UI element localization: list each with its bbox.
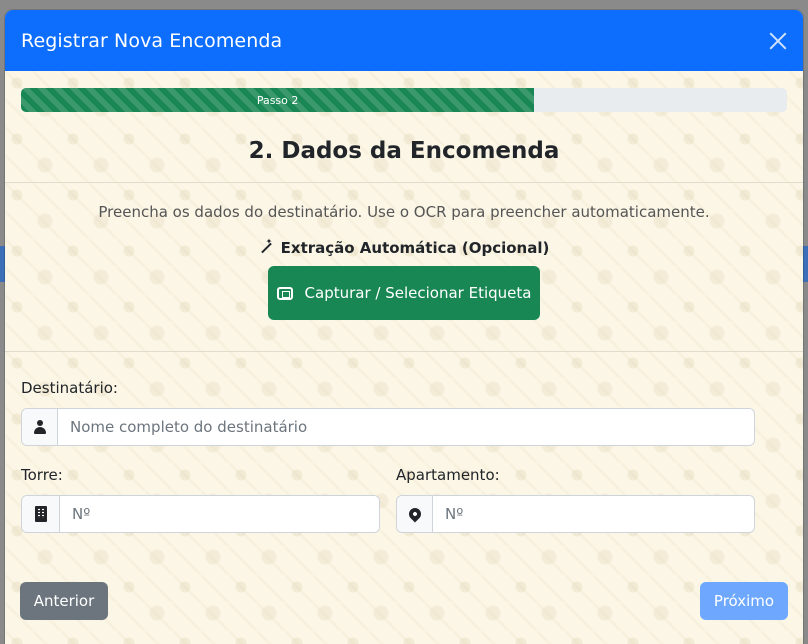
divider: [5, 182, 803, 183]
tower-label: Torre:: [21, 466, 63, 484]
apartment-input[interactable]: [433, 496, 754, 532]
apartment-input-group: [396, 495, 755, 533]
progress-bar: Passo 2: [21, 88, 787, 112]
user-icon: [33, 420, 46, 434]
capture-label-button[interactable]: Capturar / Selecionar Etiqueta: [268, 266, 540, 320]
progress-label: Passo 2: [256, 93, 299, 107]
apartment-label: Apartamento:: [396, 466, 500, 484]
recipient-input-group: [21, 408, 755, 446]
capture-button-label: Capturar / Selecionar Etiqueta: [304, 284, 532, 302]
modal-header: Registrar Nova Encomenda: [5, 10, 803, 71]
map-pin-icon: [406, 505, 423, 523]
tower-input-group: [21, 495, 380, 533]
modal-title: Registrar Nova Encomenda: [21, 29, 283, 52]
divider: [5, 351, 803, 352]
step-title: 2. Dados da Encomenda: [248, 138, 560, 164]
ocr-section-label: Extração Automática (Opcional): [5, 237, 803, 257]
close-icon[interactable]: [767, 30, 789, 52]
progress-fill: Passo 2: [21, 88, 535, 112]
tag-icon: [276, 286, 293, 300]
magic-wand-icon: [259, 237, 273, 255]
tower-addon: [22, 496, 60, 532]
tower-input[interactable]: [60, 496, 379, 532]
recipient-addon: [22, 409, 58, 445]
backdrop-element: [803, 246, 808, 282]
modal-body: Passo 2 2. Dados da Encomenda Preencha o…: [5, 71, 803, 644]
step-description: Preencha os dados do destinatário. Use o…: [98, 203, 710, 221]
apartment-addon: [397, 496, 433, 532]
recipient-label: Destinatário:: [21, 379, 118, 397]
ocr-label-text: Extração Automática (Opcional): [280, 239, 550, 257]
next-button[interactable]: Próximo: [700, 582, 788, 620]
previous-button[interactable]: Anterior: [20, 582, 108, 620]
recipient-input[interactable]: [58, 409, 754, 445]
building-icon: [34, 506, 47, 522]
register-package-modal: Registrar Nova Encomenda Passo 2 2. Dado…: [5, 10, 803, 644]
